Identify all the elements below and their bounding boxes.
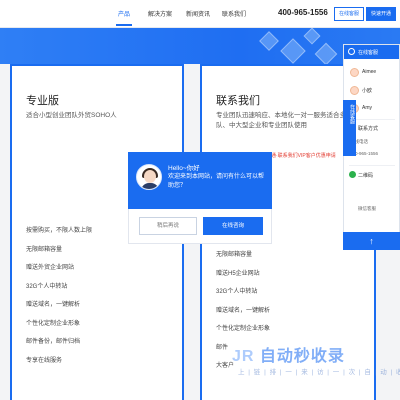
nav-item-solutions[interactable]: 解决方案 <box>148 9 172 18</box>
consult-button[interactable]: 在线客服 <box>334 7 364 21</box>
feature-item: 个性化定制企业形象 <box>26 320 81 327</box>
popup-header: Hello~你好 欢迎来到本网站，请问有什么可以帮助您？ <box>128 152 272 209</box>
online-consult-button[interactable]: 在线咨询 <box>203 217 263 235</box>
watermark-logo: JR 自动秒收录 <box>232 348 345 365</box>
divider <box>349 165 395 166</box>
feature-item: 专享在线服务 <box>26 357 63 364</box>
feature-item: 赠送域名，一键解析 <box>216 307 271 314</box>
banner-cube-decoration <box>314 42 338 66</box>
feature-item: 无限邮箱容量 <box>216 252 253 258</box>
popup-greeting: Hello~你好 <box>168 165 200 172</box>
feature-item: 32G个人中转站 <box>26 283 68 290</box>
page: 产品 解决方案 新闻资讯 联系我们 400-965-1556 在线客服 快速开通… <box>0 0 400 400</box>
nav-item-news[interactable]: 新闻资讯 <box>186 9 210 18</box>
open-account-button[interactable]: 快速开通 <box>366 7 396 21</box>
wechat-service-label: 微信客服 <box>358 206 376 211</box>
online-service-tab[interactable]: 在线客服 <box>343 100 356 156</box>
feature-item: 赠送H5企业网站 <box>216 270 260 277</box>
agent-name: 小欧 <box>362 88 373 94</box>
feature-item: 赠送域名，一键解析 <box>26 302 81 308</box>
agent-avatar-icon <box>350 68 359 77</box>
qrcode-label: 二维码 <box>358 173 374 179</box>
back-to-top-button[interactable]: ↑ <box>343 232 400 250</box>
popup-footer: 稍后再说 在线咨询 <box>128 209 272 244</box>
plan-desc: 适合小型创业团队外贸SOHO人 <box>26 112 117 119</box>
later-button[interactable]: 稍后再说 <box>139 217 197 235</box>
promo-ticker[interactable]: 开通·联系我们VIP客户优惠申请 <box>266 152 336 159</box>
feature-item: 邮件备份，邮件归档 <box>26 339 81 345</box>
feature-item: 32G个人中转站 <box>216 289 258 295</box>
feature-item: 赠送外贸企业网站 <box>26 265 75 271</box>
agent-name: Aimee <box>362 69 377 75</box>
top-nav: 产品 解决方案 新闻资讯 联系我们 400-965-1556 在线客服 快速开通 <box>0 0 400 28</box>
online-service-tab-label: 在线客服 <box>349 104 355 124</box>
nav-phone: 400-965-1556 <box>278 8 328 17</box>
nav-active-indicator <box>116 24 132 26</box>
watermark-tagline: 上 | 链 | 排 | 一 | 来 | 访 | 一 | 次 | 自 | 动 | … <box>238 369 400 376</box>
agent-avatar <box>136 164 162 190</box>
banner-cube-decoration <box>303 27 321 45</box>
popup-message: 欢迎来到本网站，请问有什么可以帮助您？ <box>168 174 265 189</box>
feature-item: 按需购买，不限人数上限 <box>26 228 93 234</box>
agent-avatar-icon <box>350 86 359 95</box>
qrcode-icon <box>349 171 356 178</box>
contact-label: 联系方式 <box>358 126 379 132</box>
panel-header: 在线客服 <box>344 45 399 59</box>
chat-invite-popup: Hello~你好 欢迎来到本网站，请问有什么可以帮助您？ 稍后再说 在线咨询 <box>128 152 272 244</box>
watermark: JR 自动秒收录 上 | 链 | 排 | 一 | 来 | 访 | 一 | 次 |… <box>232 342 400 400</box>
headset-icon <box>348 48 355 55</box>
plan-title: 联系我们 <box>216 95 260 107</box>
agent-name: Amy <box>362 105 372 111</box>
banner-cube-decoration <box>259 31 279 51</box>
plan-title: 专业版 <box>26 95 59 107</box>
nav-item-products[interactable]: 产品 <box>118 9 130 18</box>
feature-item: 无限邮箱容量 <box>26 246 63 253</box>
feature-list: 按需购买，不限人数上限 无限邮箱容量 赠送外贸企业网站 32G个人中转站 赠送域… <box>26 222 92 370</box>
panel-header-label: 在线客服 <box>358 50 379 56</box>
banner-cube-decoration <box>280 38 306 64</box>
feature-item: 个性化定制企业形象 <box>216 326 271 332</box>
hero-banner <box>0 27 400 66</box>
nav-item-contact[interactable]: 联系我们 <box>222 9 246 18</box>
